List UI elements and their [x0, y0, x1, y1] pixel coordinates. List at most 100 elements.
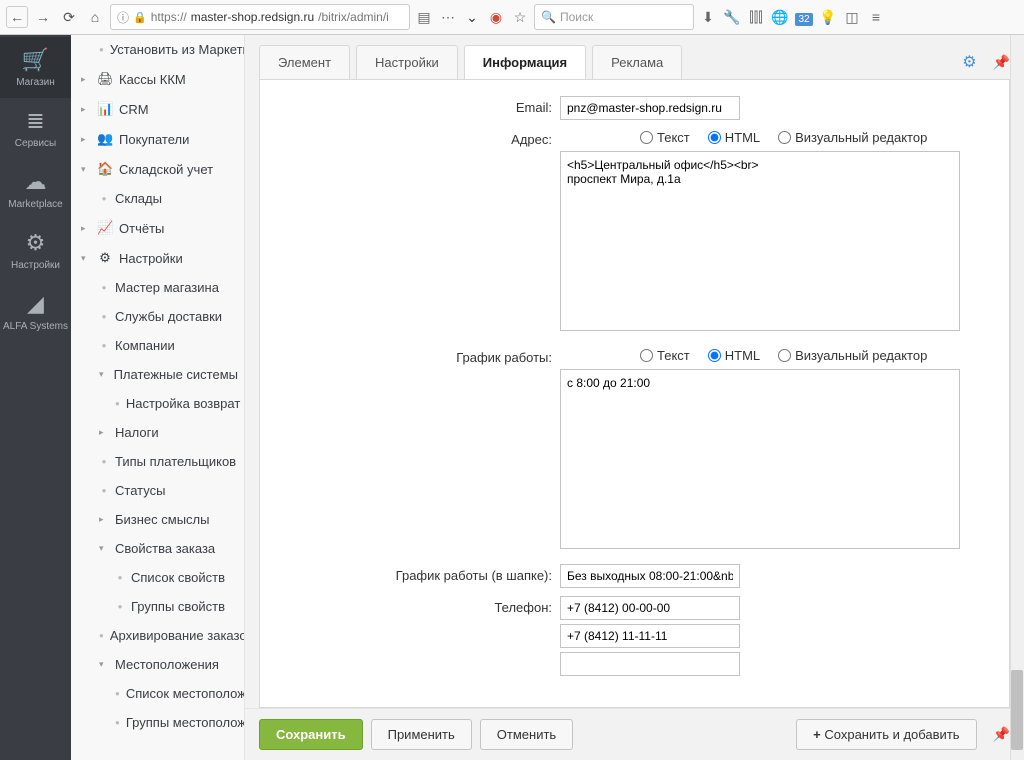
- tabs-row: ЭлементНастройкиИнформацияРеклама ⚙ 📌: [245, 35, 1024, 79]
- phone-input-1[interactable]: [560, 596, 740, 620]
- pin-icon[interactable]: 📌: [993, 54, 1010, 71]
- globe-icon[interactable]: 🌐: [770, 9, 790, 26]
- address-textarea[interactable]: [560, 151, 960, 331]
- sidebar-item-4[interactable]: ▾🏠Складской учет: [71, 154, 244, 184]
- schedule-header-label: График работы (в шапке):: [280, 564, 560, 588]
- sidebar-item-14[interactable]: ●Типы плательщиков: [71, 447, 244, 476]
- bullet-icon: ●: [99, 194, 109, 203]
- left-rail: 🛒Магазин≣Сервисы☁Marketplace ⚙ Настройки ◢A…: [0, 35, 71, 760]
- save-add-button[interactable]: Сохранить и добавить: [796, 719, 976, 750]
- sidebar-item-19[interactable]: ●Группы свойств: [71, 592, 244, 621]
- radio-text-2[interactable]: Текст: [640, 348, 690, 363]
- sidebar-item-11[interactable]: ▾Платежные системы: [71, 360, 244, 389]
- chevron-icon: ▸: [99, 427, 109, 438]
- sidebar-item-label: Список свойств: [131, 570, 225, 585]
- scrollbar-thumb[interactable]: [1011, 670, 1023, 750]
- footer-bar: Сохранить Применить Отменить Сохранить и…: [245, 708, 1024, 760]
- chevron-icon: ▾: [99, 369, 108, 380]
- sidebar-item-label: Покупатели: [119, 132, 189, 147]
- tab-настройки[interactable]: Настройки: [356, 45, 458, 79]
- sidebar-item-20[interactable]: ● Архивирование заказо: [71, 621, 244, 650]
- rail-label: Marketplace: [0, 199, 71, 210]
- sidebar-item-8[interactable]: ●Мастер магазина: [71, 273, 244, 302]
- sidebar-item-13[interactable]: ▸Налоги: [71, 418, 244, 447]
- scrollbar[interactable]: [1010, 35, 1024, 760]
- rail-icon: ◢: [0, 291, 71, 317]
- schedule-label: График работы:: [280, 346, 560, 552]
- pocket-icon[interactable]: ⌄: [462, 9, 482, 26]
- wrench-icon[interactable]: 🔧: [722, 9, 742, 26]
- radio-text[interactable]: Текст: [640, 130, 690, 145]
- rail-item-0[interactable]: 🛒Магазин: [0, 37, 71, 98]
- sidebar-item-label: Архивирование заказо: [110, 628, 245, 643]
- sidebar-item-2[interactable]: ▸📊CRM: [71, 94, 244, 124]
- sidebar-item-label: Установить из Маркетп: [110, 42, 245, 57]
- sidebar-item-21[interactable]: ▾Местоположения: [71, 650, 244, 679]
- sidebar-item-9[interactable]: ●Службы доставки: [71, 302, 244, 331]
- reader-icon[interactable]: ▤: [414, 9, 434, 26]
- tab-информация[interactable]: Информация: [464, 45, 586, 79]
- sidebar-icon[interactable]: ◫: [842, 9, 862, 26]
- sidebar-item-23[interactable]: ●Группы местополож: [71, 708, 244, 737]
- gear-icon[interactable]: ⚙: [962, 52, 976, 72]
- sidebar-item-label: Службы доставки: [115, 309, 222, 324]
- sidebar-item-label: Типы плательщиков: [115, 454, 236, 469]
- bulb-icon[interactable]: 💡: [818, 9, 838, 26]
- save-button[interactable]: Сохранить: [259, 719, 363, 750]
- rail-label: Настройки: [0, 260, 71, 271]
- sidebar-item-17[interactable]: ▾Свойства заказа: [71, 534, 244, 563]
- sidebar-item-15[interactable]: ●Статусы: [71, 476, 244, 505]
- sidebar-item-0[interactable]: ●Установить из Маркетп: [71, 35, 244, 64]
- more-icon[interactable]: ⋯: [438, 9, 458, 26]
- url-bar[interactable]: ⓘ 🔒 https://master-shop.redsign.ru/bitri…: [110, 4, 410, 30]
- phone-input-3[interactable]: [560, 652, 740, 676]
- url-prefix: https://: [151, 10, 187, 24]
- ublock-icon[interactable]: ◉: [486, 9, 506, 26]
- home-button[interactable]: ⌂: [84, 6, 106, 28]
- schedule-header-input[interactable]: [560, 564, 740, 588]
- email-input[interactable]: [560, 96, 740, 120]
- radio-visual[interactable]: Визуальный редактор: [778, 130, 927, 145]
- radio-html-2[interactable]: HTML: [708, 348, 760, 363]
- library-icon[interactable]: ⫿⫿⫿: [746, 9, 766, 26]
- sidebar-item-6[interactable]: ▸📈Отчёты: [71, 213, 244, 243]
- browser-toolbar: ← → ⟳ ⌂ ⓘ 🔒 https://master-shop.redsign.…: [0, 0, 1024, 35]
- rail-icon: ⚙: [0, 230, 71, 256]
- sidebar-item-3[interactable]: ▸👥Покупатели: [71, 124, 244, 154]
- sidebar-item-18[interactable]: ●Список свойств: [71, 563, 244, 592]
- footer-pin-icon[interactable]: 📌: [993, 726, 1010, 743]
- sidebar-item-12[interactable]: ●Настройка возврат: [71, 389, 244, 418]
- search-box[interactable]: 🔍 Поиск: [534, 4, 694, 30]
- forward-button[interactable]: →: [32, 6, 54, 28]
- tab-элемент[interactable]: Элемент: [259, 45, 350, 79]
- sidebar-item-5[interactable]: ●Склады: [71, 184, 244, 213]
- rail-item-3[interactable]: ⚙ Настройки: [0, 220, 71, 281]
- sidebar-item-7[interactable]: ▾⚙Настройки: [71, 243, 244, 273]
- reload-button[interactable]: ⟳: [58, 6, 80, 28]
- back-button[interactable]: ←: [6, 6, 28, 28]
- sidebar-item-16[interactable]: ▸Бизнес смыслы: [71, 505, 244, 534]
- schedule-radio-group: Текст HTML Визуальный редактор: [560, 346, 989, 369]
- chevron-icon: ▾: [99, 659, 109, 670]
- notif-badge[interactable]: 32: [794, 9, 814, 25]
- tab-реклама[interactable]: Реклама: [592, 45, 682, 79]
- info-icon: ⓘ: [117, 9, 129, 26]
- sidebar-item-22[interactable]: ●Список местополож: [71, 679, 244, 708]
- bookmark-icon[interactable]: ☆: [510, 9, 530, 26]
- sidebar-item-icon: 👥: [97, 131, 113, 147]
- radio-visual-2[interactable]: Визуальный редактор: [778, 348, 927, 363]
- schedule-textarea[interactable]: [560, 369, 960, 549]
- rail-item-4[interactable]: ◢ALFA Systems: [0, 281, 71, 342]
- sidebar-item-1[interactable]: ▸🖨Кассы ККМ: [71, 64, 244, 94]
- rail-item-2[interactable]: ☁Marketplace: [0, 159, 71, 220]
- bullet-icon: ●: [99, 631, 104, 640]
- radio-html[interactable]: HTML: [708, 130, 760, 145]
- phone-input-2[interactable]: [560, 624, 740, 648]
- rail-item-1[interactable]: ≣Сервисы: [0, 98, 71, 159]
- download-icon[interactable]: ⬇: [698, 9, 718, 26]
- sidebar-item-10[interactable]: ●Компании: [71, 331, 244, 360]
- cancel-button[interactable]: Отменить: [480, 719, 573, 750]
- apply-button[interactable]: Применить: [371, 719, 472, 750]
- hamburger-icon[interactable]: ≡: [866, 9, 886, 25]
- phone-label: Телефон:: [280, 596, 560, 680]
